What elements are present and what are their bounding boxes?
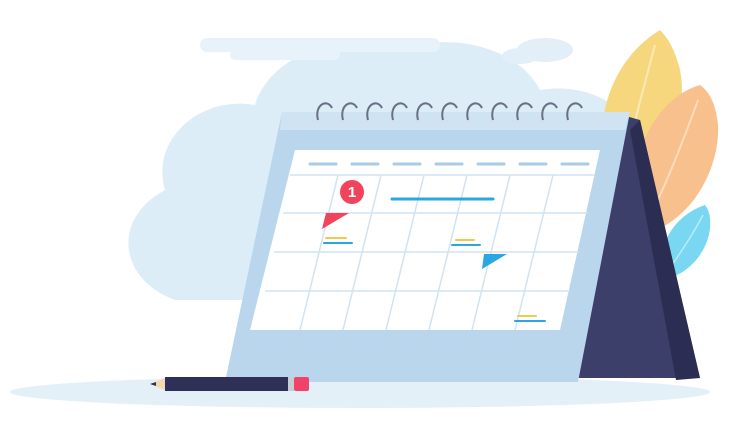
calendar-front-highlight bbox=[280, 112, 630, 130]
pencil bbox=[150, 377, 309, 391]
calendar-grid-paper bbox=[250, 150, 600, 330]
calendar-illustration: 1 bbox=[10, 30, 719, 408]
day-one-marker: 1 bbox=[340, 180, 364, 204]
svg-text:1: 1 bbox=[348, 184, 356, 201]
